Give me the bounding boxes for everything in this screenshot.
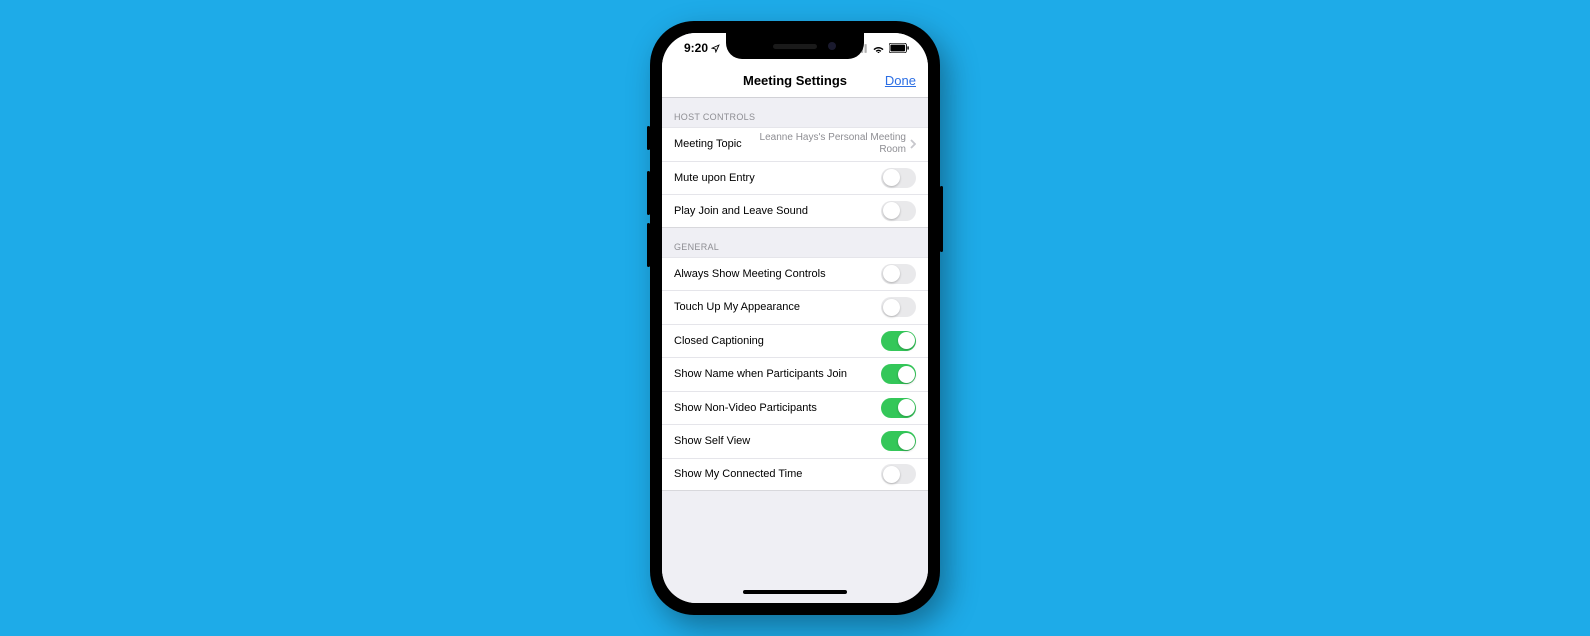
home-indicator[interactable] (743, 590, 847, 594)
volume-up (647, 171, 650, 215)
section-header-general: GENERAL (662, 228, 928, 257)
row-label: Meeting Topic (674, 138, 742, 150)
wifi-icon (872, 44, 885, 53)
row-label: Mute upon Entry (674, 172, 755, 184)
row-connected: Show My Connected Time (662, 458, 928, 492)
status-time: 9:20 (684, 41, 708, 55)
toggle-connected[interactable] (881, 464, 916, 484)
row-label: Always Show Meeting Controls (674, 268, 826, 280)
row-label: Show My Connected Time (674, 468, 802, 480)
row-caption: Closed Captioning (662, 324, 928, 358)
row-value: Leanne Hays's Personal Meeting Room (748, 132, 906, 156)
toggle-selfview[interactable] (881, 431, 916, 451)
toggle-touchup[interactable] (881, 297, 916, 317)
mute-switch (647, 126, 650, 150)
location-icon (711, 44, 720, 53)
home-indicator-area (662, 581, 928, 603)
row-label: Closed Captioning (674, 335, 764, 347)
row-meeting-topic[interactable]: Meeting Topic Leanne Hays's Personal Mee… (662, 127, 928, 161)
settings-content: HOST CONTROLS Meeting Topic Leanne Hays'… (662, 98, 928, 581)
row-selfview: Show Self View (662, 424, 928, 458)
done-button[interactable]: Done (885, 73, 916, 88)
row-label: Show Self View (674, 435, 750, 447)
row-label: Show Name when Participants Join (674, 368, 847, 380)
volume-down (647, 223, 650, 267)
row-label: Show Non-Video Participants (674, 402, 817, 414)
toggle-mute-entry[interactable] (881, 168, 916, 188)
row-showname: Show Name when Participants Join (662, 357, 928, 391)
toggle-meeting-controls[interactable] (881, 264, 916, 284)
chevron-right-icon (910, 139, 916, 149)
row-play-sound: Play Join and Leave Sound (662, 194, 928, 228)
power-button (940, 186, 943, 252)
section-header-host: HOST CONTROLS (662, 98, 928, 127)
toggle-caption[interactable] (881, 331, 916, 351)
page-title: Meeting Settings (743, 73, 847, 88)
toggle-showname[interactable] (881, 364, 916, 384)
notch (726, 33, 864, 59)
row-label: Play Join and Leave Sound (674, 205, 808, 217)
row-label: Touch Up My Appearance (674, 301, 800, 313)
toggle-nonvideo[interactable] (881, 398, 916, 418)
row-touchup: Touch Up My Appearance (662, 290, 928, 324)
phone-frame: 9:20 Meeting Settings Done HOST CONTROLS… (650, 21, 940, 615)
battery-icon (889, 43, 910, 53)
row-mute-entry: Mute upon Entry (662, 161, 928, 195)
nav-bar: Meeting Settings Done (662, 63, 928, 98)
row-meeting-controls: Always Show Meeting Controls (662, 257, 928, 291)
toggle-play-sound[interactable] (881, 201, 916, 221)
phone-screen: 9:20 Meeting Settings Done HOST CONTROLS… (662, 33, 928, 603)
row-nonvideo: Show Non-Video Participants (662, 391, 928, 425)
